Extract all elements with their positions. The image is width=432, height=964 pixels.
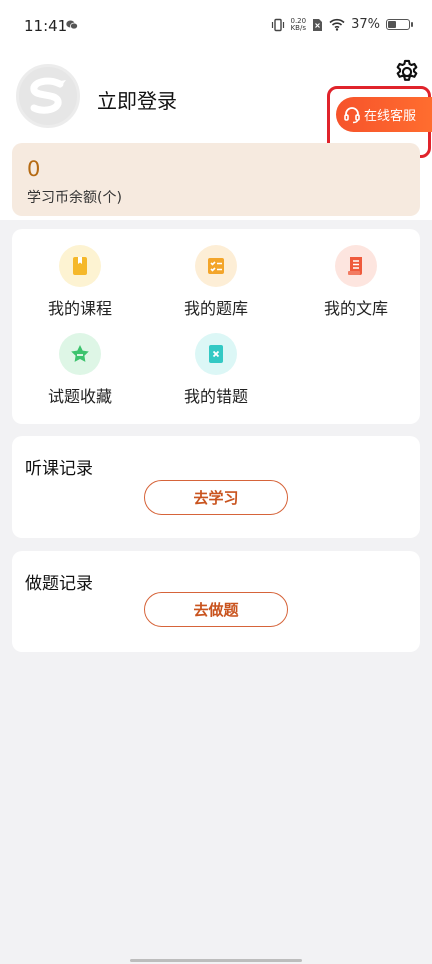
status-bar: 11:41 0.20 KB/s 37%: [0, 0, 432, 52]
grid-item-question-bank[interactable]: 我的题库: [156, 245, 276, 319]
feature-grid-card: 我的课程 我的题库 我的文库 试题收藏 我的错题: [12, 229, 420, 424]
wrong-question-icon: [195, 333, 237, 375]
wechat-notification-icon: [66, 20, 78, 30]
practice-record-card: 做题记录 去做题: [12, 551, 420, 652]
balance-value: 0: [27, 157, 41, 181]
listen-record-title: 听课记录: [25, 459, 93, 479]
grid-item-favorite-questions[interactable]: 试题收藏: [20, 333, 140, 407]
practice-record-title: 做题记录: [25, 574, 93, 594]
settings-gear-icon[interactable]: [393, 58, 421, 86]
avatar[interactable]: [16, 64, 80, 128]
headset-icon: [344, 106, 360, 123]
wifi-icon: [329, 18, 345, 31]
go-study-button[interactable]: 去学习: [144, 480, 288, 515]
grid-label: 我的错题: [183, 387, 248, 406]
sim-off-icon: [313, 18, 323, 31]
status-time: 11:41: [24, 17, 68, 35]
grid-label: 试题收藏: [47, 387, 112, 406]
login-link[interactable]: 立即登录: [97, 85, 177, 114]
grid-item-my-courses[interactable]: 我的课程: [20, 245, 140, 319]
balance-label: 学习币余额(个): [27, 190, 122, 206]
grid-item-document-library[interactable]: 我的文库: [296, 245, 416, 319]
online-service-label: 在线客服: [364, 109, 417, 124]
course-book-icon: [59, 245, 101, 287]
battery-fill: [388, 21, 397, 28]
question-bank-icon: [195, 245, 237, 287]
grid-label: 我的课程: [47, 299, 112, 318]
grid-label: 我的文库: [323, 299, 388, 318]
app-logo-icon: [30, 77, 66, 114]
online-service-button[interactable]: 在线客服: [336, 97, 432, 132]
battery-percent: 37%: [351, 17, 380, 32]
home-indicator[interactable]: [130, 959, 302, 962]
network-speed: 0.20 KB/s: [290, 17, 307, 32]
battery-icon: [386, 19, 413, 30]
grid-label: 我的题库: [183, 299, 248, 318]
star-favorite-icon: [59, 333, 101, 375]
balance-card[interactable]: 0 学习币余额(个): [12, 143, 420, 216]
network-speed-unit: KB/s: [290, 23, 306, 32]
grid-item-wrong-questions[interactable]: 我的错题: [156, 333, 276, 407]
status-right-cluster: 0.20 KB/s 37%: [271, 17, 413, 32]
go-practice-button[interactable]: 去做题: [144, 592, 288, 627]
listen-record-card: 听课记录 去学习: [12, 436, 420, 538]
document-library-icon: [335, 245, 377, 287]
vibrate-icon: [271, 18, 284, 31]
